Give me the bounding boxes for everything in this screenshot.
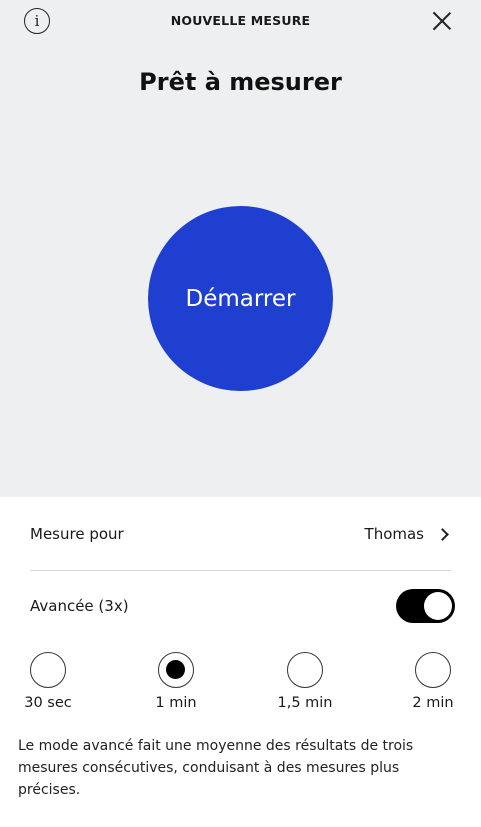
measure-for-row[interactable]: Mesure pour Thomas [30,518,451,550]
duration-radio-1-min[interactable] [158,652,194,688]
start-button-label: Démarrer [185,285,296,312]
duration-label-30-sec: 30 sec [24,695,72,711]
advanced-label: Avancée (3x) [30,597,129,615]
measure-panel: i NOUVELLE MESURE Prêt à mesurer Démarre… [0,0,481,497]
page-title: Prêt à mesurer [139,68,342,96]
advanced-row: Avancée (3x) [30,589,455,623]
divider [30,570,451,571]
duration-radio-1-5-min[interactable] [287,652,323,688]
advanced-toggle[interactable] [396,589,455,623]
duration-label-1-min: 1 min [155,695,197,711]
duration-radio-30-sec[interactable] [30,652,66,688]
start-button[interactable]: Démarrer [148,206,333,391]
advanced-description: Le mode avancé fait une moyenne des résu… [18,738,414,798]
page-header-title: NOUVELLE MESURE [170,13,311,28]
measure-for-value: Thomas [364,525,424,543]
chevron-right-icon [436,527,449,541]
close-icon[interactable] [431,10,453,32]
duration-label-2-min: 2 min [412,695,454,711]
duration-radio-2-min[interactable] [415,652,451,688]
measure-for-label: Mesure pour [30,525,124,543]
duration-label-1-5-min: 1,5 min [277,695,333,711]
